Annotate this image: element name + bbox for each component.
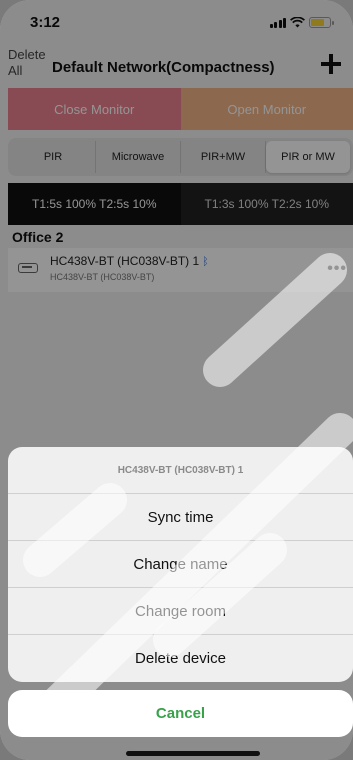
action-sheet: HC438V-BT (HC038V-BT) 1 Sync time Change… (8, 447, 353, 682)
home-indicator[interactable] (126, 751, 260, 756)
sync-time-option[interactable]: Sync time (8, 494, 353, 541)
action-sheet-title: HC438V-BT (HC038V-BT) 1 (8, 447, 353, 494)
change-name-option[interactable]: Change name (8, 541, 353, 588)
change-room-option[interactable]: Change room (8, 588, 353, 635)
app-frame: 3:12 Delete All Default Network(Compactn… (0, 0, 353, 760)
delete-device-option[interactable]: Delete device (8, 635, 353, 682)
cancel-button[interactable]: Cancel (8, 690, 353, 737)
